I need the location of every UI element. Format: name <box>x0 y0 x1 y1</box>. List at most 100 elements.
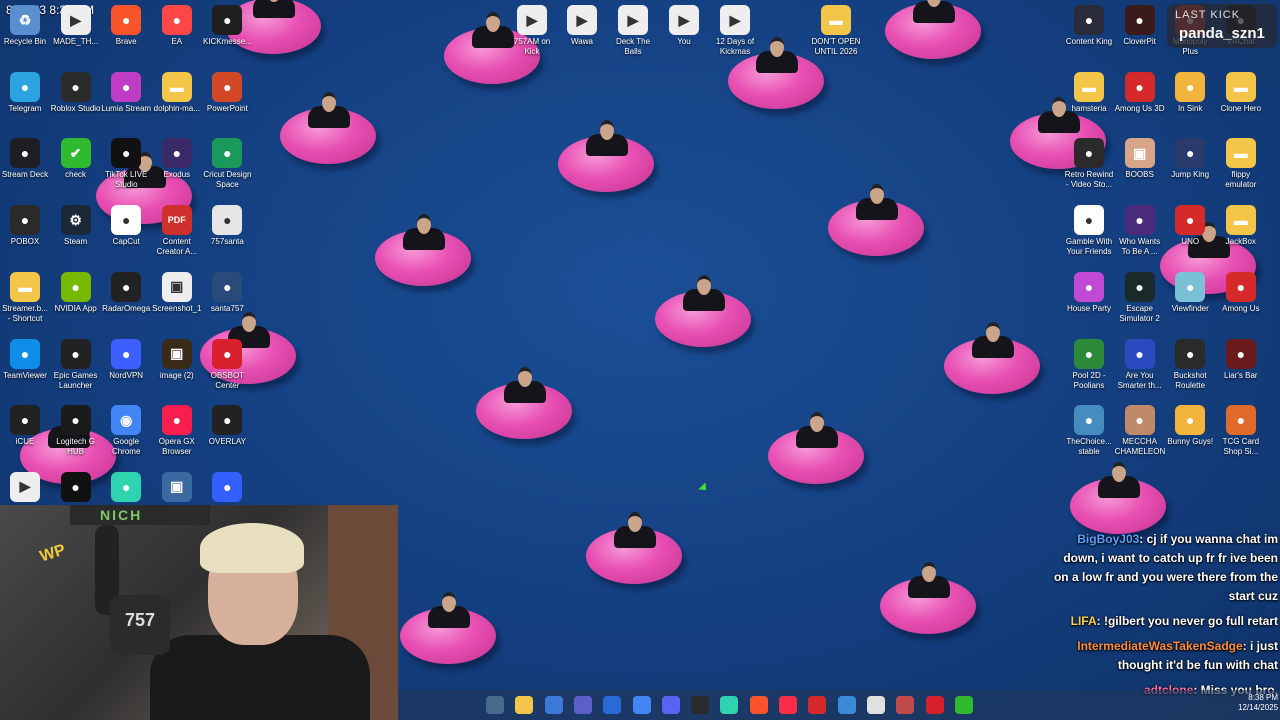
file-explorer-icon[interactable] <box>486 696 504 714</box>
obs-icon[interactable] <box>691 696 710 714</box>
desktop-icon[interactable]: ● TheChoice... stable <box>1064 405 1114 457</box>
desktop-icon[interactable]: ● <box>101 471 151 504</box>
desktop-icon[interactable]: ▬ Clone Hero <box>1216 71 1266 114</box>
desktop-icon[interactable]: ● Stream Deck <box>0 138 50 180</box>
mic-logo: 757 <box>124 610 156 630</box>
desktop-icon[interactable]: ⚙ Steam <box>51 205 101 247</box>
red-app-icon[interactable] <box>808 696 827 714</box>
desktop-icon[interactable]: ▬ flippy emulator <box>1216 138 1266 190</box>
taskbar-clock[interactable]: 8:38 PM 12/14/2025 <box>1238 693 1278 713</box>
pool-icon: ● <box>1074 338 1104 369</box>
desktop-icon[interactable]: ● House Party <box>1064 271 1114 314</box>
help-icon[interactable] <box>837 696 856 714</box>
desktop-icon[interactable]: ● <box>202 471 252 504</box>
desktop-icon-label: dolphin-ma... <box>153 103 200 113</box>
desktop-icon[interactable]: ● Are You Smarter th... <box>1115 338 1165 391</box>
desktop-icon[interactable]: ● TCG Card Shop Si... <box>1216 405 1266 457</box>
desktop-icon[interactable]: ● 757santa <box>202 205 252 247</box>
store-icon[interactable] <box>603 696 622 714</box>
desktop-icon[interactable]: ▣ <box>152 471 202 504</box>
desktop-icon[interactable]: ● Opera GX Browser <box>152 405 202 457</box>
folder-up-icon[interactable] <box>866 696 885 714</box>
desktop-icon[interactable]: ● In Sink <box>1165 71 1215 114</box>
desktop-icon[interactable]: ● CloverPit <box>1115 5 1165 47</box>
desktop-icon[interactable]: ● Buckshot Roulette <box>1165 338 1215 391</box>
desktop-icon[interactable]: ▶ <box>0 471 50 504</box>
desktop-icon[interactable]: ✔ check <box>51 138 101 180</box>
desktop-icon[interactable]: ● NVIDIA App <box>51 271 101 314</box>
desktop-icon[interactable]: ● POBOX <box>0 205 50 247</box>
teams-icon[interactable] <box>573 696 592 714</box>
copilot-icon[interactable] <box>544 696 563 714</box>
desktop-icon[interactable]: ● Roblox Studio <box>51 71 101 114</box>
desktop-icon[interactable]: ▬ Streamer.b... - Shortcut <box>0 271 50 324</box>
desktop-icon-label: NVIDIA App <box>54 303 97 313</box>
desktop-icon[interactable]: ● Viewfinder <box>1165 271 1215 314</box>
desktop-icon-label: EA <box>171 37 183 46</box>
desktop-icon[interactable]: ● Escape Simulator 2 <box>1115 271 1165 324</box>
desktop-icon[interactable]: PDF Content Creator A... <box>152 205 202 257</box>
desktop-icon[interactable]: ● NordVPN <box>101 338 151 381</box>
desktop-icon[interactable]: ● Jump King <box>1165 138 1215 180</box>
image-file-icon: ▣ <box>161 271 192 302</box>
desktop-icon[interactable]: ● TikTok LIVE Studio <box>101 138 151 190</box>
desktop-icon[interactable]: ● RadarOmega <box>101 271 151 314</box>
desktop-icon[interactable]: ◉ Google Chrome <box>101 405 151 457</box>
desktop-icon[interactable]: ● OBSBOT Center <box>202 338 252 391</box>
obsbot-icon[interactable] <box>925 696 944 714</box>
desktop-icon[interactable]: ● TeamViewer <box>0 338 50 381</box>
discord-icon[interactable] <box>661 696 680 714</box>
desktop-icon[interactable]: ▣ Screenshot_1 <box>152 271 202 314</box>
desktop-icon[interactable]: ▶ 12 Days of Kickmas <box>710 5 760 57</box>
desktop-icon[interactable]: ● UNO <box>1165 205 1215 247</box>
desktop-icon[interactable]: ● EA <box>152 5 202 47</box>
desktop-icon[interactable]: ● Lumia Stream <box>101 71 151 114</box>
music-icon[interactable] <box>779 696 797 714</box>
desktop-icon[interactable]: ● Liar's Bar <box>1216 338 1266 381</box>
desktop-icon[interactable]: ▣ image (2) <box>152 338 202 381</box>
desktop-icon[interactable]: ● Who Wants To Be A ... <box>1115 205 1165 257</box>
desktop-icon[interactable]: ● Retro Rewind - Video Sto... <box>1064 138 1114 190</box>
desktop-icon[interactable]: ▶ Deck The Balls <box>608 5 658 57</box>
desktop-icon[interactable]: ▣ BOOBS <box>1115 138 1165 180</box>
desktop-icon[interactable]: ▶ You <box>659 5 709 47</box>
desktop-icon[interactable]: ● Among Us <box>1216 271 1266 314</box>
image-file-icon: ▣ <box>161 471 192 502</box>
desktop-icon[interactable]: ▬ hamsteria <box>1064 71 1114 114</box>
desktop-icon[interactable]: ● PowerPoint <box>202 71 252 114</box>
desktop-icon[interactable]: ● Telegram <box>0 71 50 114</box>
folder-icon[interactable] <box>515 696 534 714</box>
desktop-icon[interactable]: ▶ Wawa <box>557 5 607 47</box>
desktop-icon[interactable]: ● Content King <box>1064 5 1114 47</box>
desktop-icon[interactable]: ● Exodus <box>152 138 202 180</box>
desktop-icon[interactable]: ● santa757 <box>202 271 252 314</box>
brave-icon[interactable] <box>749 696 768 714</box>
desktop-icon[interactable]: ● iCUE <box>0 405 50 447</box>
desktop-icon[interactable]: ● MECCHA CHAMELEON <box>1115 405 1165 457</box>
desktop-icon[interactable]: ● Cricut Design Space <box>202 138 252 190</box>
desktop-icon[interactable]: ▶ 757AM on Kick <box>507 5 557 57</box>
chat-username: BigBoyJ03 <box>1077 532 1140 546</box>
desktop-icon[interactable]: ▶ MADE_TH... <box>51 5 101 47</box>
desktop-icon[interactable]: ● Among Us 3D <box>1115 71 1165 114</box>
desktop-icon[interactable]: ● CapCut <box>101 205 151 247</box>
desktop-icon[interactable]: ▬ JackBox <box>1216 205 1266 247</box>
smarter-icon: ● <box>1124 338 1155 369</box>
chat-app-icon[interactable] <box>720 696 739 714</box>
desktop-icon[interactable]: ▬ DON'T OPEN UNTIL 2026 <box>811 5 861 57</box>
chrome-icon[interactable] <box>632 696 651 714</box>
radar-icon[interactable] <box>896 696 915 714</box>
desktop-icon[interactable]: ▬ dolphin-ma... <box>152 71 202 114</box>
desktop-icon[interactable]: ● Logitech G HUB <box>51 405 101 457</box>
overlay-icon: ● <box>212 405 243 436</box>
desktop-icon[interactable]: ● KICKmesse... <box>202 5 252 47</box>
desktop-icon[interactable]: ● Bunny Guys! <box>1165 405 1215 447</box>
desktop-icon[interactable]: ● OVERLAY <box>202 405 252 447</box>
desktop-icon[interactable]: ♻ Recycle Bin <box>0 5 50 47</box>
desktop-icon[interactable]: ● Pool 2D - Poolians <box>1064 338 1114 391</box>
desktop-icon[interactable]: ● Gamble With Your Friends <box>1064 205 1114 257</box>
desktop-icon[interactable]: ● <box>51 471 101 504</box>
xbox-icon[interactable] <box>954 696 973 714</box>
desktop-icon[interactable]: ● Brave <box>101 5 151 47</box>
desktop-icon[interactable]: ● Epic Games Launcher <box>51 338 101 391</box>
